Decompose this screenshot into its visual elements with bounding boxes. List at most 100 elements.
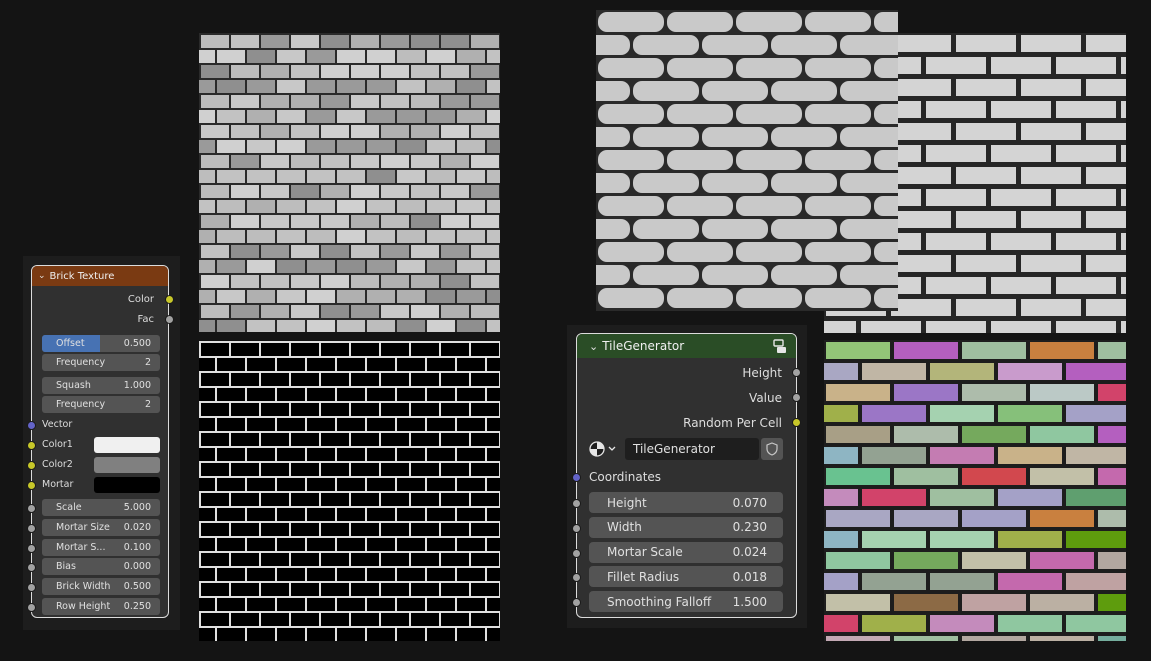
brick-node-header[interactable]: ⌄ Brick Texture <box>32 266 168 286</box>
input-coordinates-socket[interactable] <box>572 473 581 482</box>
material-sphere-icon[interactable] <box>589 438 623 460</box>
input-width-socket[interactable] <box>572 523 581 533</box>
output-random-per-cell-socket[interactable] <box>792 418 801 427</box>
param-field[interactable]: Row Height 0.250 <box>42 598 160 615</box>
brick-tile <box>861 321 921 333</box>
brick-tile <box>291 185 319 198</box>
brick-tile <box>337 568 365 581</box>
brick-tile <box>1066 363 1126 380</box>
brick-tile <box>824 405 858 422</box>
brick-tile <box>247 140 275 153</box>
param-field[interactable]: Mortar Size 0.020 <box>42 519 160 536</box>
brick-tile <box>824 573 858 590</box>
brick-tile <box>826 384 890 401</box>
input-fillet-radius-socket[interactable] <box>572 573 581 583</box>
brick-tile <box>1056 277 1116 294</box>
input-scale-socket[interactable] <box>27 504 36 513</box>
param-field[interactable]: Height 0.070 <box>589 492 783 513</box>
brick-tile <box>441 215 469 228</box>
brick-tile <box>824 321 856 333</box>
brick-tile <box>991 101 1051 118</box>
brick-tile <box>998 531 1062 548</box>
param-label: Height <box>607 495 647 510</box>
tile-node-header[interactable]: ⌄ TileGenerator <box>577 334 796 358</box>
brick-tile <box>199 110 215 123</box>
offset-field[interactable]: Offset 0.500 <box>42 335 160 352</box>
brick-tile <box>231 65 259 78</box>
brick-tile <box>337 170 365 183</box>
brick-tile <box>217 200 245 213</box>
param-field[interactable]: Bias 0.000 <box>42 558 160 575</box>
param-field[interactable]: Smoothing Falloff 1.500 <box>589 591 783 613</box>
mortar-swatch[interactable] <box>94 477 160 493</box>
input-smoothing-falloff-socket[interactable] <box>572 598 581 608</box>
chevron-down-icon[interactable]: ⌄ <box>589 340 598 353</box>
param-field[interactable]: Width 0.230 <box>589 516 783 538</box>
param-field[interactable]: Mortar Scale 0.024 <box>589 541 783 563</box>
output-fac-socket[interactable] <box>165 315 174 324</box>
input-bias-socket[interactable] <box>27 563 36 572</box>
brick-tile <box>277 568 305 581</box>
brick-tile <box>217 568 245 581</box>
param-field[interactable]: Scale 5.000 <box>42 499 160 516</box>
input-mortar-scale-socket[interactable] <box>572 548 581 558</box>
brick-tile <box>441 65 469 78</box>
brick-tile <box>991 57 1051 74</box>
brick-tile <box>381 553 409 566</box>
brick-tile <box>321 125 349 138</box>
brick-tile <box>397 200 425 213</box>
param-field[interactable]: Brick Width 0.500 <box>42 578 160 595</box>
brick-tile <box>956 299 1016 316</box>
brick-tile <box>231 245 259 258</box>
brick-tile <box>411 185 439 198</box>
node-group-name[interactable]: TileGenerator <box>625 438 759 460</box>
fake-user-shield-icon[interactable] <box>761 438 783 460</box>
brick-tile <box>199 260 215 273</box>
input-mortar-size-socket[interactable] <box>27 524 36 533</box>
squash-field[interactable]: Squash 1.000 <box>42 377 160 394</box>
input-color1-socket[interactable] <box>27 441 36 450</box>
output-height-socket[interactable] <box>792 368 801 377</box>
brick-tile <box>457 80 485 93</box>
brick-tile <box>381 523 409 536</box>
input-color2-socket[interactable] <box>27 461 36 470</box>
brick-tile <box>1066 405 1126 422</box>
tile-generator-node[interactable]: ⌄ TileGenerator Height Value Random Per … <box>572 333 801 618</box>
output-color-socket[interactable] <box>165 295 174 304</box>
brick-tile <box>199 448 215 461</box>
brick-texture-node[interactable]: ⌄ Brick Texture Color Fac Offset 0.500 F… <box>27 265 174 618</box>
input-brick-width-socket[interactable] <box>27 583 36 592</box>
brick-tile <box>291 65 319 78</box>
input-mortar-socket[interactable] <box>27 481 36 490</box>
brick-tile <box>771 219 837 239</box>
brick-tile <box>598 104 664 124</box>
output-value-socket[interactable] <box>792 393 801 402</box>
input-vector-socket[interactable] <box>27 421 36 430</box>
squash-frequency-field[interactable]: Frequency 2 <box>42 396 160 413</box>
input-mortar-s-socket[interactable] <box>27 544 36 553</box>
node-group-selector[interactable]: TileGenerator <box>589 438 783 460</box>
brick-tile <box>1121 233 1126 250</box>
param-field[interactable]: Mortar S... 0.100 <box>42 539 160 556</box>
color2-swatch[interactable] <box>94 457 160 473</box>
param-field[interactable]: Fillet Radius 0.018 <box>589 566 783 588</box>
brick-tile <box>397 628 425 641</box>
param-value: 0.018 <box>732 569 767 584</box>
brick-tile <box>351 613 379 626</box>
brick-tile <box>441 185 469 198</box>
brick-tile <box>1021 255 1081 272</box>
brick-tile <box>826 636 890 641</box>
brick-tile <box>411 613 439 626</box>
color1-swatch[interactable] <box>94 437 160 453</box>
brick-tile <box>956 79 1016 96</box>
brick-tile <box>367 418 395 431</box>
brick-tile <box>247 260 275 273</box>
input-height-socket[interactable] <box>572 499 581 508</box>
brick-tile <box>824 531 858 548</box>
input-row-height-socket[interactable] <box>27 603 36 612</box>
offset-frequency-field[interactable]: Frequency 2 <box>42 354 160 371</box>
node-tree-icon[interactable] <box>772 338 788 357</box>
brick-tile <box>427 170 455 183</box>
param-label: Scale <box>56 502 82 513</box>
chevron-down-icon[interactable]: ⌄ <box>38 271 46 281</box>
